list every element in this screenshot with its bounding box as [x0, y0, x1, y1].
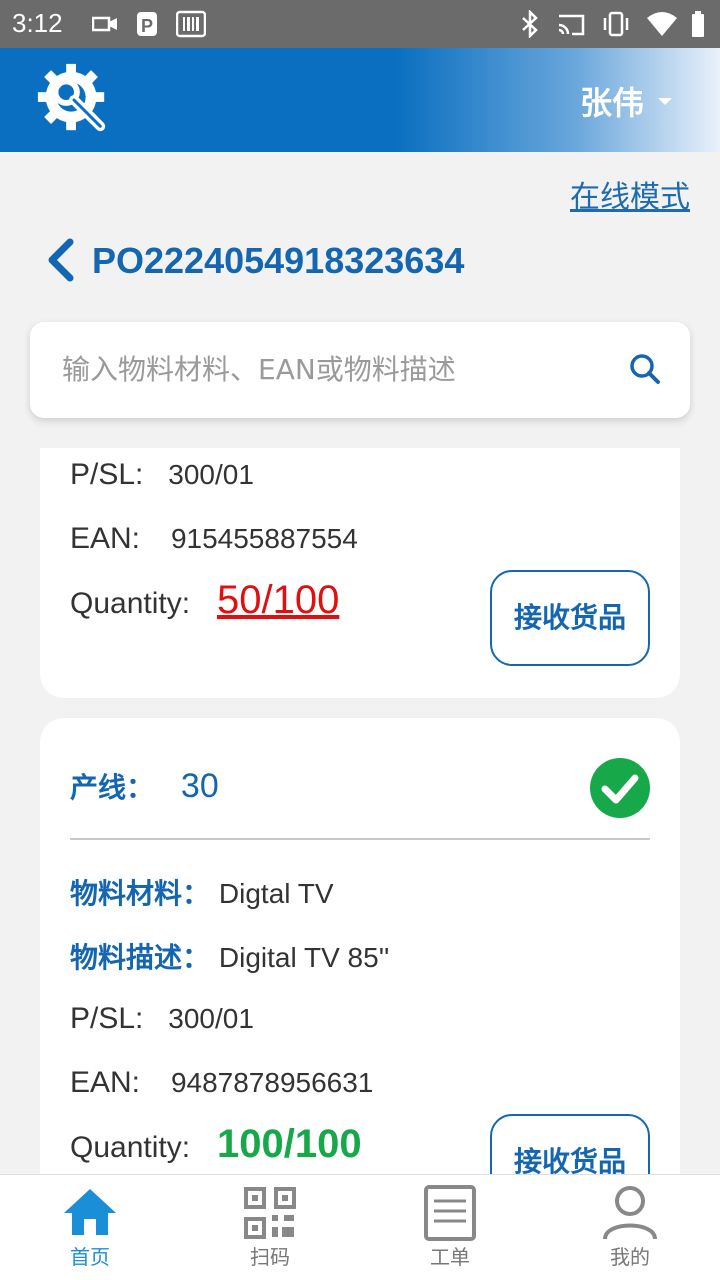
line-row: 产线： 30 — [70, 766, 219, 806]
description-value: Digital TV 85'' — [218, 942, 390, 973]
battery-icon — [692, 11, 704, 37]
quantity-row: Quantity: 50/100 — [70, 578, 339, 623]
line-label: 产线： — [70, 771, 155, 804]
item-card: P/SL: 300/01 EAN: 915455887554 Quantity:… — [40, 448, 680, 698]
quantity-row: Quantity: 100/100 — [70, 1122, 362, 1167]
psl-value: 300/01 — [168, 1003, 254, 1034]
settings-wrench-icon — [37, 63, 106, 132]
nav-item-profile[interactable]: 我的 — [540, 1175, 720, 1280]
wifi-icon — [647, 12, 677, 36]
nav-label: 我的 — [610, 1245, 650, 1269]
nav-item-scan[interactable]: 扫码 — [180, 1175, 360, 1280]
nav-label: 工单 — [430, 1245, 470, 1269]
item-list[interactable]: P/SL: 300/01 EAN: 915455887554 Quantity:… — [0, 448, 720, 1174]
svg-text:P: P — [141, 16, 153, 36]
psl-label: P/SL: — [70, 458, 144, 491]
psl-value: 300/01 — [168, 459, 254, 490]
psl-label: P/SL: — [70, 1002, 144, 1035]
ean-row: EAN: 9487878956631 — [70, 1066, 373, 1100]
description-label: 物料描述： — [70, 941, 211, 974]
status-time: 3:12 — [12, 8, 63, 38]
line-value: 30 — [180, 767, 219, 805]
person-icon — [603, 1186, 657, 1240]
bluetooth-icon — [522, 10, 538, 38]
quantity-value[interactable]: 50/100 — [217, 578, 339, 622]
app-header: 张伟 — [0, 48, 720, 152]
quantity-label: Quantity: — [70, 1131, 191, 1164]
material-value: Digtal TV — [218, 878, 334, 909]
qr-code-icon — [244, 1187, 296, 1239]
barcode-icon — [176, 10, 206, 38]
video-icon — [92, 16, 117, 32]
quantity-label: Quantity: — [70, 587, 191, 620]
check-circle-icon — [590, 758, 650, 818]
ean-label: EAN: — [70, 522, 141, 555]
receive-goods-button[interactable]: 接收货品 — [490, 1114, 650, 1174]
bottom-navigation: 首页 扫码 工单 我的 — [0, 1174, 720, 1280]
page-title: PO2224054918323634 — [92, 240, 465, 281]
receive-goods-button[interactable]: 接收货品 — [490, 570, 650, 666]
search-icon[interactable] — [628, 352, 662, 386]
search-input[interactable] — [62, 346, 622, 392]
nav-item-work-order[interactable]: 工单 — [360, 1175, 540, 1280]
cast-icon — [558, 14, 585, 36]
item-card: 产线： 30 物料材料： Digtal TV 物料描述： Digital TV … — [40, 718, 680, 1174]
ean-value: 9487878956631 — [170, 1067, 374, 1098]
home-icon — [64, 1189, 116, 1235]
user-name-dropdown[interactable]: 张伟 — [580, 78, 644, 124]
divider — [70, 838, 650, 840]
material-label: 物料材料： — [70, 877, 211, 910]
status-bar: 3:12 P — [0, 0, 720, 48]
online-mode-link[interactable]: 在线模式 — [570, 172, 690, 216]
nav-label: 扫码 — [250, 1245, 290, 1269]
ean-row: EAN: 915455887554 — [70, 522, 358, 556]
back-arrow-icon[interactable] — [46, 238, 76, 282]
description-row: 物料描述： Digital TV 85'' — [70, 936, 389, 976]
material-row: 物料材料： Digtal TV — [70, 872, 334, 912]
search-bar — [30, 322, 690, 418]
chevron-down-icon[interactable] — [658, 98, 672, 105]
nav-item-home[interactable]: 首页 — [0, 1175, 180, 1280]
ean-value: 915455887554 — [170, 523, 358, 554]
psl-row: P/SL: 300/01 — [70, 458, 254, 492]
psl-row: P/SL: 300/01 — [70, 1002, 254, 1036]
quantity-value[interactable]: 100/100 — [217, 1122, 362, 1166]
document-icon — [424, 1185, 476, 1241]
parking-icon: P — [137, 12, 157, 36]
vibrate-icon — [603, 11, 629, 37]
nav-label: 首页 — [70, 1245, 110, 1269]
ean-label: EAN: — [70, 1066, 141, 1099]
